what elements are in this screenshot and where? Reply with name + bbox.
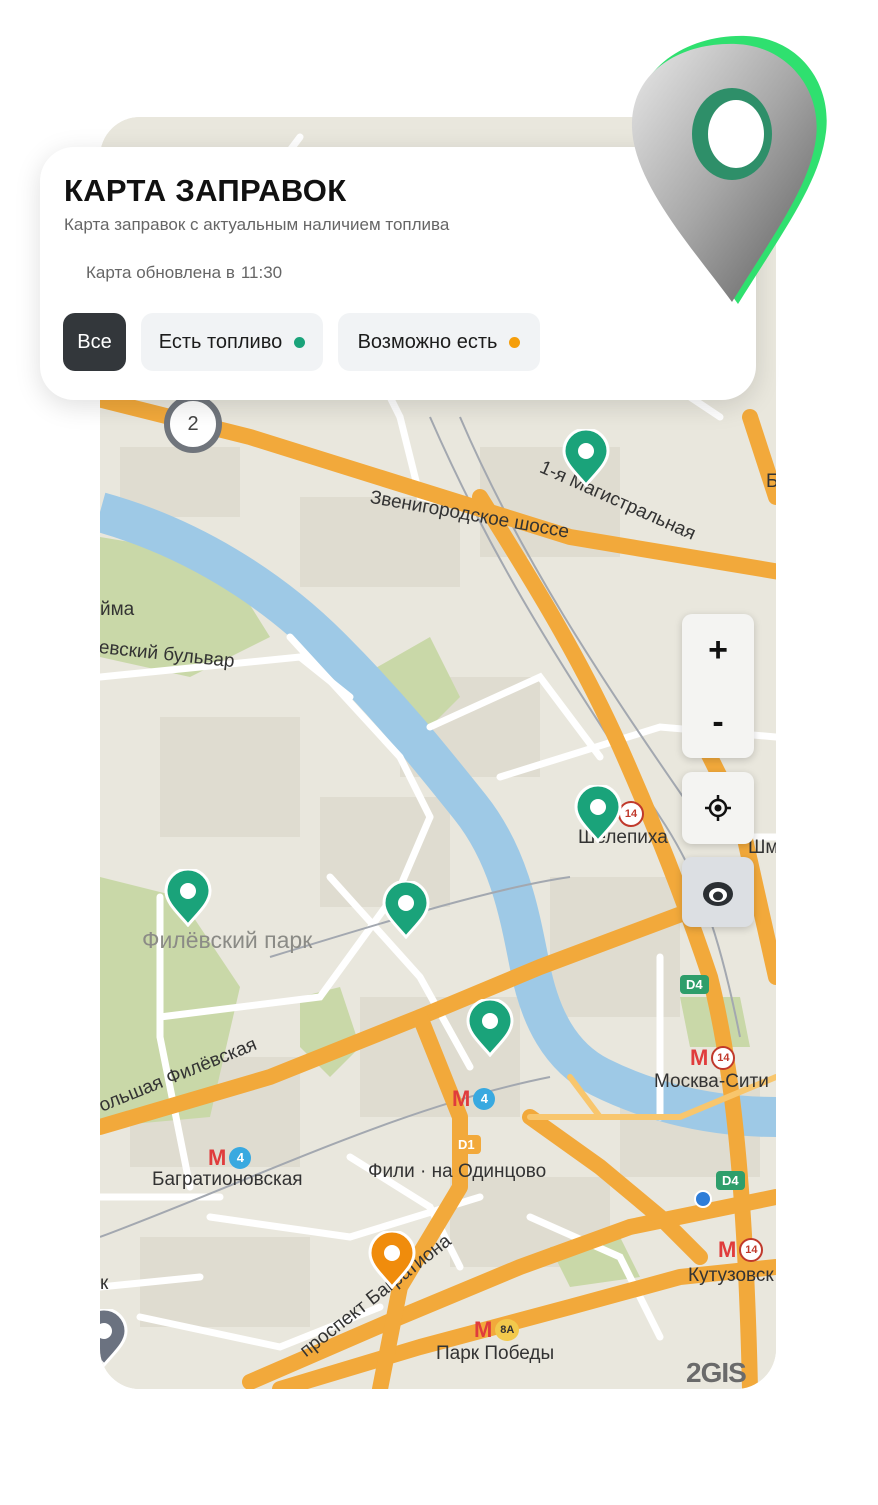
label-bagrationovskaya: Багратионовская	[152, 1169, 303, 1190]
camera-mode-button[interactable]	[682, 857, 754, 927]
fuel-station-pin-available[interactable]	[562, 427, 610, 492]
metro-line-14-icon: 14	[711, 1046, 736, 1070]
metro-line-4-icon: 4	[229, 1147, 252, 1169]
2gis-logo: 2GIS	[686, 1357, 747, 1388]
metro-m-icon: М	[208, 1145, 227, 1170]
label-moscow-city: Москва-Сити	[654, 1071, 769, 1092]
filter-fuel-maybe-button[interactable]: Возможно есть	[338, 313, 540, 371]
map-pin-icon	[466, 997, 514, 1058]
filter-fuel-available-button[interactable]: Есть топливо	[141, 313, 323, 371]
map-pin-icon	[574, 783, 622, 844]
page-subtitle: Карта заправок с актуальным наличием топ…	[64, 215, 450, 234]
metro-line-14-icon: 14	[739, 1238, 764, 1262]
mcd-d4-badge: D4	[680, 975, 709, 994]
fuel-station-pin-available[interactable]	[382, 879, 430, 944]
metro-m-icon: М	[474, 1317, 493, 1342]
label-kutuzovsky: Кутузовск	[688, 1265, 774, 1286]
zoom-in-button[interactable]: +	[682, 614, 754, 686]
zoom-controls: + -	[682, 614, 754, 758]
station-dot	[694, 1190, 712, 1208]
zoom-out-button[interactable]: -	[682, 686, 754, 758]
label-k-edge: к	[100, 1273, 109, 1294]
orange-status-dot-icon	[509, 336, 521, 348]
fuel-station-pin-available[interactable]	[466, 997, 514, 1062]
locate-me-button[interactable]	[682, 772, 754, 844]
metro-line-4-icon: 4	[473, 1088, 496, 1110]
label-b-edge: Б	[766, 471, 776, 492]
map-pin-icon	[368, 1229, 416, 1290]
crosshair-icon	[705, 795, 731, 821]
location-pin-3d-icon	[628, 30, 838, 325]
fuel-station-pin-available[interactable]	[164, 867, 212, 932]
metro-line-8a-icon: 8A	[495, 1319, 520, 1341]
map-pin-icon	[382, 879, 430, 940]
map-pin-icon	[100, 1307, 128, 1368]
map-pin-icon	[164, 867, 212, 928]
green-status-dot-icon	[294, 336, 306, 348]
label-shm: Шм	[748, 837, 776, 858]
filter-all-label: Все	[77, 330, 112, 353]
label-park-pobedy: Парк Победы	[436, 1343, 555, 1364]
metro-badge-fili: М 4	[452, 1086, 496, 1112]
update-label: Карта обновлена в	[86, 263, 235, 282]
metro-badge-park-pobedy: М 8A	[474, 1317, 520, 1343]
fuel-station-pin-available[interactable]	[574, 783, 622, 848]
metro-m-icon: М	[452, 1086, 471, 1111]
metro-m-icon: М	[718, 1237, 737, 1262]
update-time: 11:30	[240, 263, 283, 282]
mcd-d4-badge: D4	[716, 1171, 745, 1190]
station-cluster-marker[interactable]: 2	[164, 395, 222, 453]
update-status: Карта обновлена в 11:30	[86, 263, 282, 283]
camera-icon	[703, 882, 733, 906]
fuel-station-pin-unknown[interactable]	[100, 1307, 128, 1372]
map-pin-icon	[562, 427, 610, 488]
filter-fuel-available-label: Есть топливо	[158, 330, 283, 353]
mcd-d1-badge: D1	[452, 1135, 481, 1154]
metro-badge-bagrationovskaya: М 4	[208, 1145, 252, 1171]
filter-fuel-maybe-label: Возможно есть	[357, 330, 498, 353]
fuel-station-pin-maybe[interactable]	[368, 1229, 416, 1294]
metro-badge-moscow-city: М 14	[690, 1045, 736, 1071]
label-yima: йма	[100, 599, 135, 620]
filter-all-button[interactable]: Все	[63, 313, 126, 371]
label-fili: Фили · на Одинцово	[368, 1161, 547, 1182]
metro-badge-kutuzovskaya: М 14	[718, 1237, 764, 1263]
page-title: КАРТА ЗАПРАВОК	[64, 173, 347, 208]
metro-m-icon: М	[690, 1045, 709, 1070]
